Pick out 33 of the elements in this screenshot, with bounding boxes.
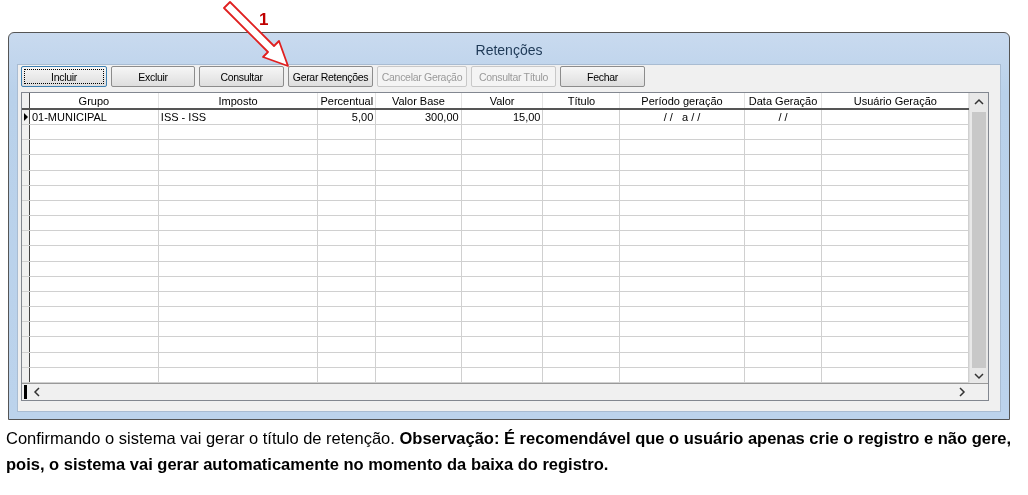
column-header[interactable]: Percentual: [317, 93, 376, 109]
row-header[interactable]: [22, 109, 30, 125]
table-cell: ISS - ISS: [160, 111, 207, 124]
toolbar-button[interactable]: Gerar Retenções: [288, 66, 373, 87]
column-header[interactable]: Título: [543, 93, 620, 109]
column-header[interactable]: Grupo: [29, 93, 159, 109]
scroll-left-icon[interactable]: [33, 387, 41, 397]
column-header[interactable]: Imposto: [158, 93, 318, 109]
callout-arrow: [222, 0, 292, 68]
table-cell: 300,00: [425, 111, 459, 124]
horizontal-scrollbar[interactable]: [22, 383, 988, 400]
scroll-right-icon[interactable]: [958, 387, 966, 397]
toolbar-button[interactable]: Fechar: [560, 66, 645, 87]
table-cell: 01-MUNICIPAL: [31, 111, 107, 124]
column-header[interactable]: Usuário Geração: [821, 93, 969, 109]
vertical-scrollbar[interactable]: [969, 93, 988, 383]
window-title: Retenções: [475, 40, 543, 58]
toolbar-button[interactable]: Incluir: [21, 66, 107, 87]
callout-number: 1: [259, 10, 269, 30]
column-header[interactable]: Valor: [461, 93, 543, 109]
scroll-down-icon[interactable]: [974, 372, 985, 380]
caption-text: Confirmando o sistema vai gerar o título de retenção. Observação: É recomendável que o usuário apenas crie o registro e não gere, pois, o sistema vai gerar automaticamente no momento da baixa do registro.: [6, 428, 1013, 475]
column-header[interactable]: Valor Base: [375, 93, 462, 109]
scroll-up-icon[interactable]: [974, 98, 985, 106]
table-cell: 5,00: [351, 111, 374, 124]
column-header[interactable]: Período geração: [619, 93, 745, 109]
column-header[interactable]: Data Geração: [744, 93, 822, 109]
toolbar-button[interactable]: Consultar: [199, 66, 284, 87]
table-cell: / /: [778, 111, 788, 124]
table-cell: 15,00: [512, 111, 541, 124]
toolbar-button[interactable]: Excluir: [111, 66, 195, 87]
table-cell: / / a / /: [663, 111, 701, 124]
text-cursor: [24, 385, 27, 399]
